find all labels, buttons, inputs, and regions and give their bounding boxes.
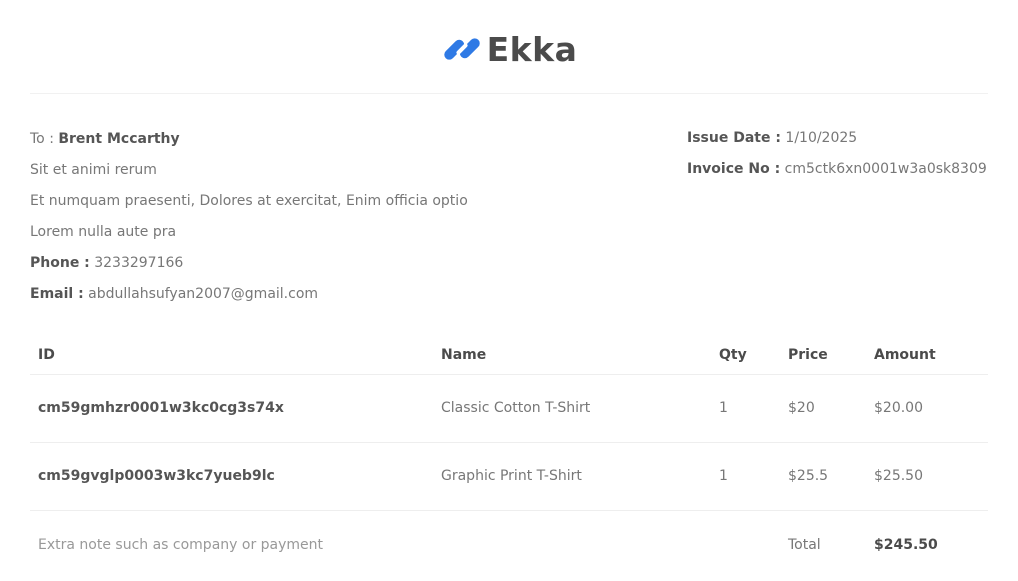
issue-date-line: Issue Date : 1/10/2025 — [687, 129, 988, 160]
col-header-amount: Amount — [866, 336, 988, 375]
brand-name: Ekka — [486, 29, 578, 69]
invoice-page: Ekka To : Brent Mccarthy Sit et animi re… — [0, 0, 1018, 581]
item-name: Graphic Print T-Shirt — [433, 442, 711, 511]
item-price: $25.5 — [780, 442, 866, 511]
customer-name: Brent Mccarthy — [58, 131, 180, 147]
address-line-1: Sit et animi rerum — [30, 162, 157, 178]
bill-to-name-line: To : Brent Mccarthy — [30, 130, 468, 161]
invoice-no-value: cm5ctk6xn0001w3a0sk83091r — [784, 161, 988, 177]
issue-date-value: 1/10/2025 — [785, 130, 858, 146]
link-chain-icon — [441, 28, 483, 70]
invoice-note: Extra note such as company or payment — [38, 537, 324, 554]
item-price: $20 — [780, 374, 866, 443]
phone-line: Phone : 3233297166 — [30, 254, 468, 285]
phone-label: Phone : — [30, 255, 90, 271]
item-id: cm59gmhzr0001w3kc0cg3s74x — [30, 374, 433, 443]
item-qty: 1 — [711, 374, 780, 443]
issue-date-label: Issue Date : — [687, 130, 781, 146]
item-amount: $25.50 — [866, 442, 988, 511]
brand-logo[interactable]: Ekka — [0, 28, 1018, 70]
total-label: Total — [788, 537, 821, 554]
item-qty: 1 — [711, 442, 780, 511]
col-header-id: ID — [30, 336, 433, 375]
col-header-price: Price — [780, 336, 866, 375]
email-label: Email : — [30, 286, 84, 302]
item-amount: $20.00 — [866, 374, 988, 443]
invoice-meta: Issue Date : 1/10/2025 Invoice No : cm5c… — [687, 129, 988, 191]
bill-to-block: To : Brent Mccarthy Sit et animi rerum E… — [30, 130, 468, 316]
col-header-qty: Qty — [711, 336, 780, 375]
table-row: cm59gmhzr0001w3kc0cg3s74x Classic Cotton… — [30, 374, 988, 443]
to-label: To : — [30, 131, 54, 147]
table-footer-row: Extra note such as company or payment To… — [30, 510, 988, 580]
item-id: cm59gvglp0003w3kc7yueb9lc — [30, 442, 433, 511]
address-line-2: Et numquam praesenti, Dolores at exercit… — [30, 193, 468, 209]
item-name: Classic Cotton T-Shirt — [433, 374, 711, 443]
invoice-no-label: Invoice No : — [687, 161, 781, 177]
address-line-3: Lorem nulla aute pra — [30, 224, 177, 240]
invoice-no-line: Invoice No : cm5ctk6xn0001w3a0sk83091r — [687, 160, 988, 191]
col-header-name: Name — [433, 336, 711, 375]
header-divider — [30, 93, 988, 94]
email-value: abdullahsufyan2007@gmail.com — [88, 286, 319, 302]
table-row: cm59gvglp0003w3kc7yueb9lc Graphic Print … — [30, 442, 988, 511]
table-header-row: ID Name Qty Price Amount — [30, 336, 988, 375]
invoice-items-table: ID Name Qty Price Amount cm59gmhzr0001w3… — [30, 336, 988, 580]
email-line: Email : abdullahsufyan2007@gmail.com — [30, 285, 468, 316]
total-value: $245.50 — [874, 537, 938, 554]
phone-value: 3233297166 — [94, 255, 184, 271]
